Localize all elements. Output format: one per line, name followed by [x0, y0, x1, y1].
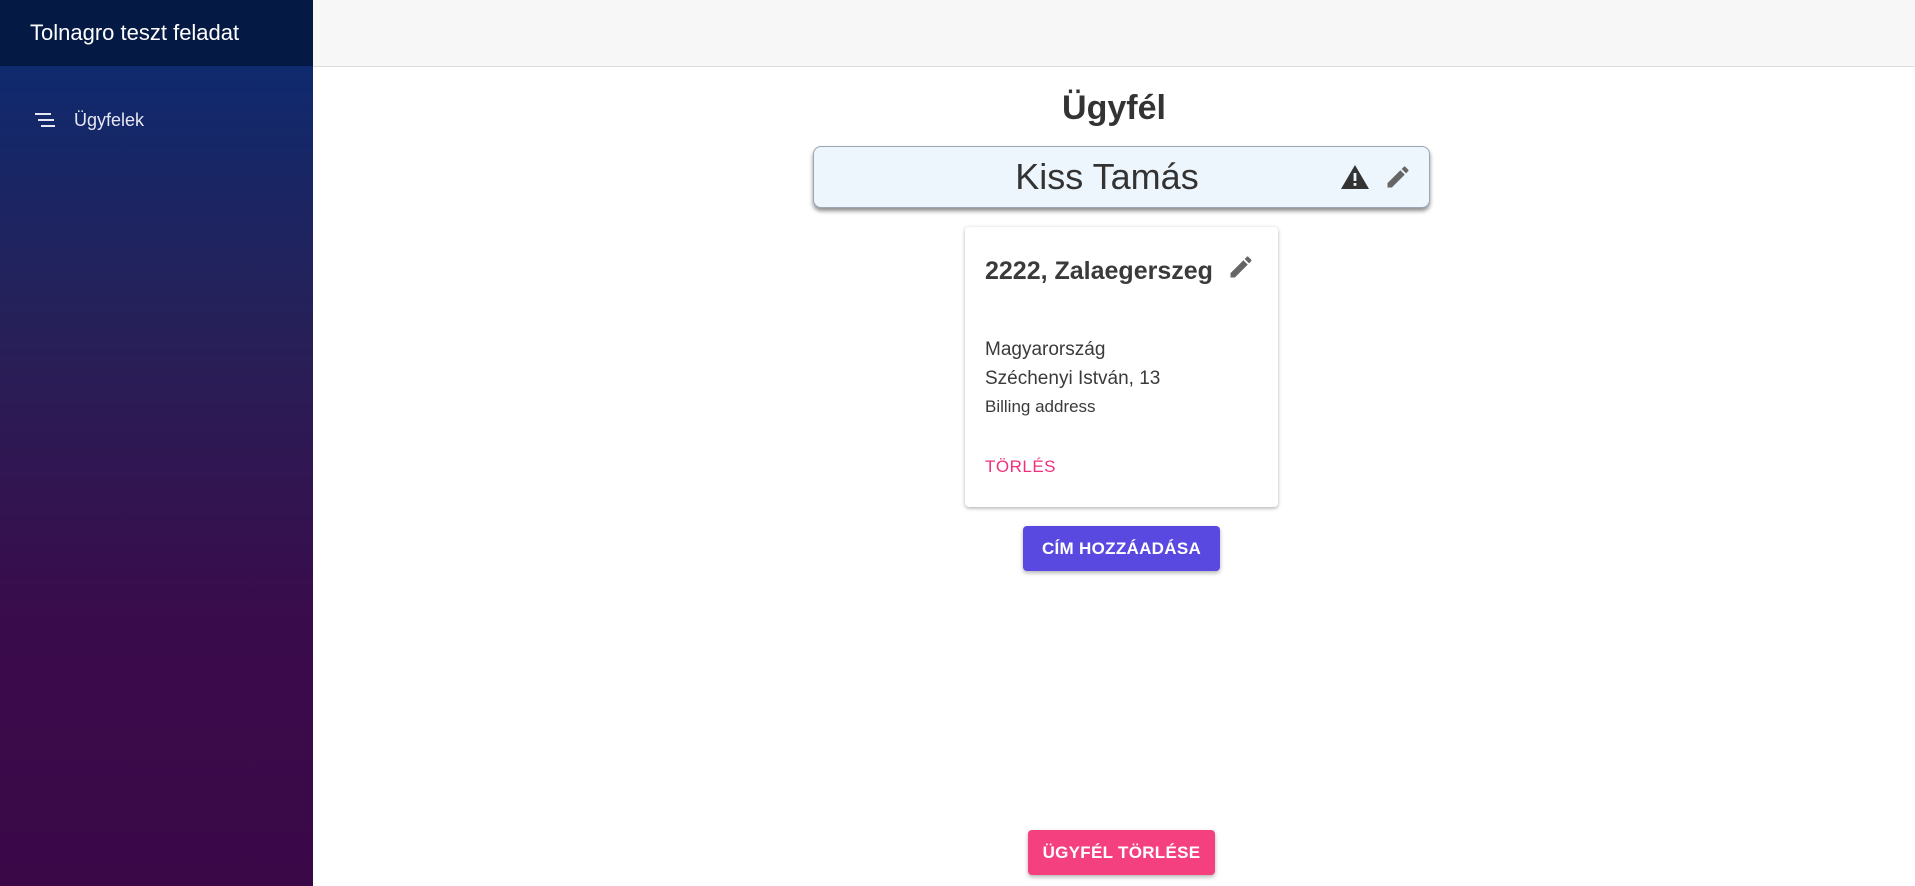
- customer-name: Kiss Tamás: [1015, 156, 1199, 197]
- edit-address-icon[interactable]: [1227, 253, 1255, 281]
- page-title: Ügyfél: [1062, 89, 1166, 127]
- address-country: Magyarország: [985, 339, 1106, 360]
- menu-lines-icon: [34, 110, 58, 130]
- sidebar: Tolnagro teszt feladat Ügyfelek: [0, 0, 313, 886]
- sidebar-item-ugyfelek[interactable]: Ügyfelek: [0, 102, 313, 138]
- customer-name-box: Kiss Tamás: [813, 146, 1430, 208]
- address-card: 2222, Zalaegerszeg Magyarország Szécheny…: [965, 227, 1278, 507]
- edit-icon[interactable]: [1384, 163, 1412, 191]
- address-type: Billing address: [985, 397, 1096, 416]
- address-street: Széchenyi István, 13: [985, 368, 1161, 389]
- main-content: Ügyfél Kiss Tamás 2222, Zalaegerszeg Mag…: [313, 67, 1915, 886]
- add-address-button[interactable]: CÍM HOZZÁADÁSA: [1023, 526, 1220, 571]
- warning-icon: [1340, 163, 1370, 191]
- sidebar-nav: Ügyfelek: [0, 66, 313, 138]
- app-root: Tolnagro teszt feladat Ügyfelek Ügyfél K…: [0, 0, 1915, 886]
- sidebar-header: Tolnagro teszt feladat: [0, 0, 313, 66]
- app-title: Tolnagro teszt feladat: [30, 20, 240, 45]
- top-app-bar: [313, 0, 1915, 67]
- address-title: 2222, Zalaegerszeg: [985, 257, 1213, 285]
- delete-address-button[interactable]: TÖRLÉS: [985, 457, 1056, 477]
- sidebar-item-label: Ügyfelek: [74, 109, 145, 130]
- delete-customer-button[interactable]: ÜGYFÉL TÖRLÉSE: [1028, 830, 1215, 875]
